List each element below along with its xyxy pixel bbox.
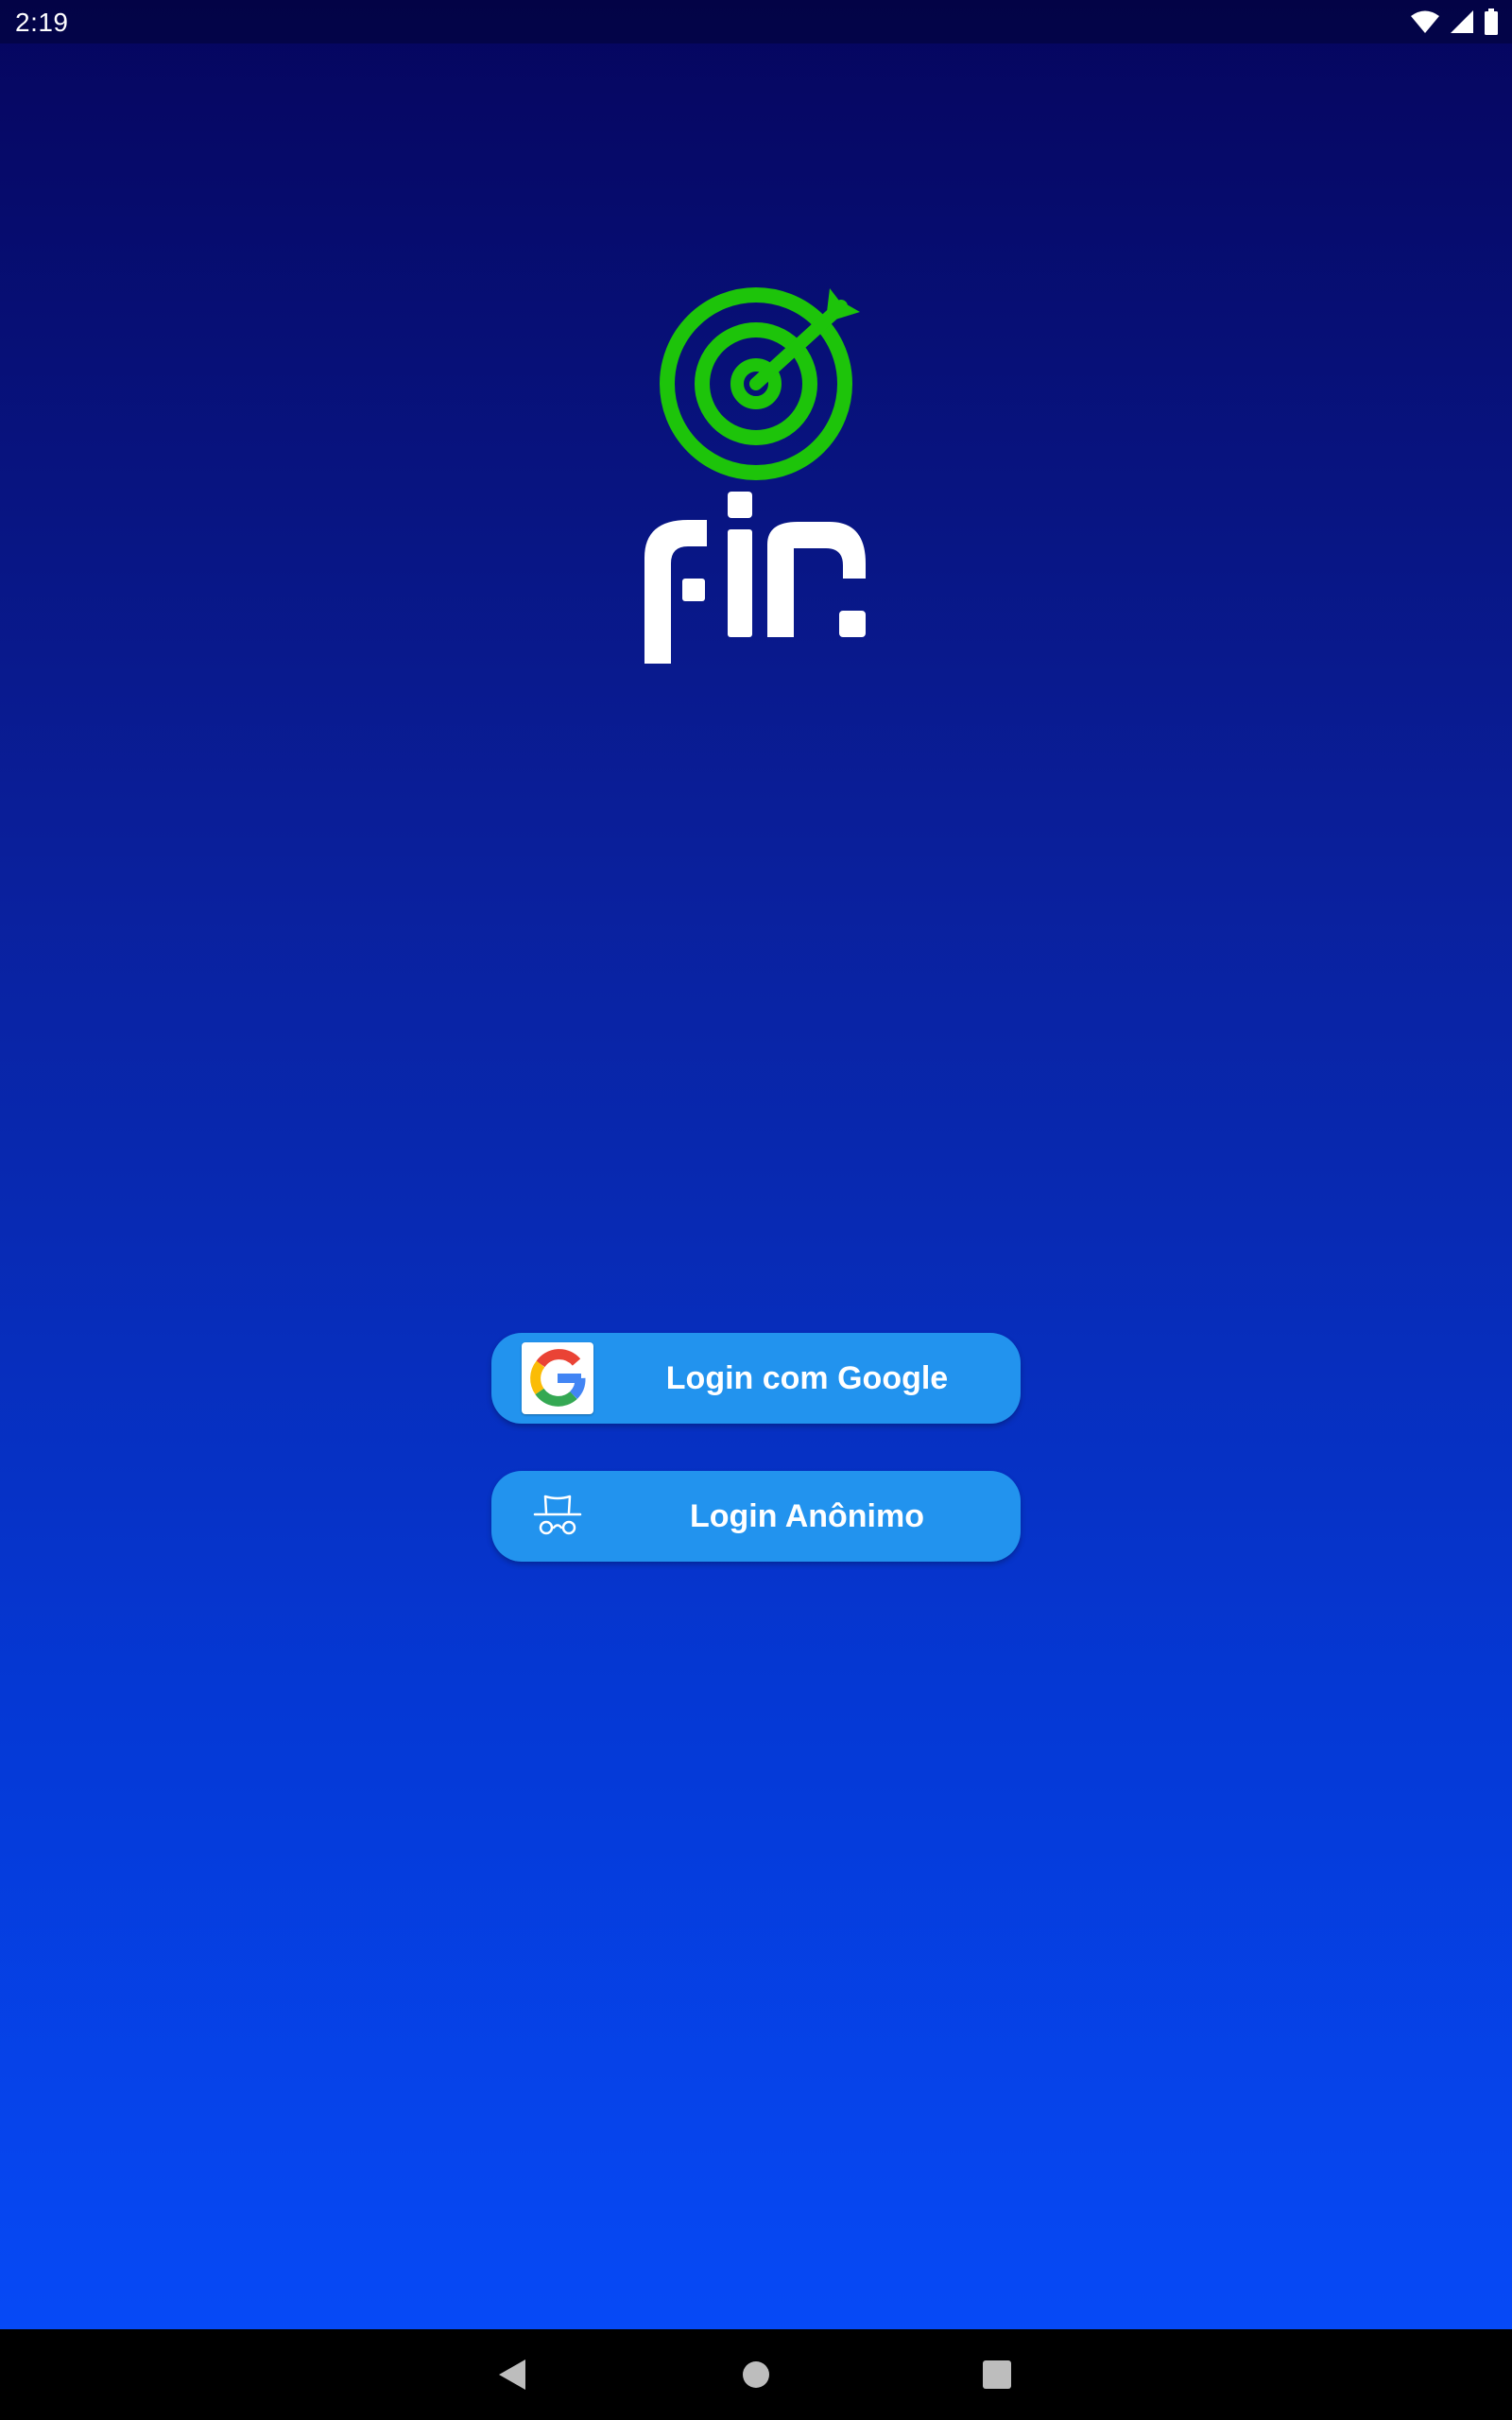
app-logo <box>641 284 871 667</box>
battery-icon <box>1485 9 1498 35</box>
status-time: 2:19 <box>15 8 69 37</box>
logo-wordmark <box>644 492 866 664</box>
wifi-icon <box>1411 10 1439 33</box>
status-icons <box>1410 9 1499 35</box>
login-google-button[interactable]: Login com Google <box>491 1333 1021 1424</box>
back-icon[interactable] <box>490 2352 535 2397</box>
login-google-label: Login com Google <box>665 1360 949 1396</box>
system-nav-bar <box>0 2329 1512 2420</box>
target-arrow-icon <box>660 287 860 480</box>
home-icon[interactable] <box>733 2352 779 2397</box>
status-bar: 2:19 <box>0 0 1512 43</box>
incognito-icon <box>522 1480 593 1552</box>
recents-icon[interactable] <box>974 2352 1020 2397</box>
login-anonymous-label: Login Anônimo <box>689 1498 924 1534</box>
cell-signal-icon <box>1451 10 1473 33</box>
google-g-icon <box>522 1342 593 1414</box>
login-anonymous-button[interactable]: Login Anônimo <box>491 1471 1021 1562</box>
